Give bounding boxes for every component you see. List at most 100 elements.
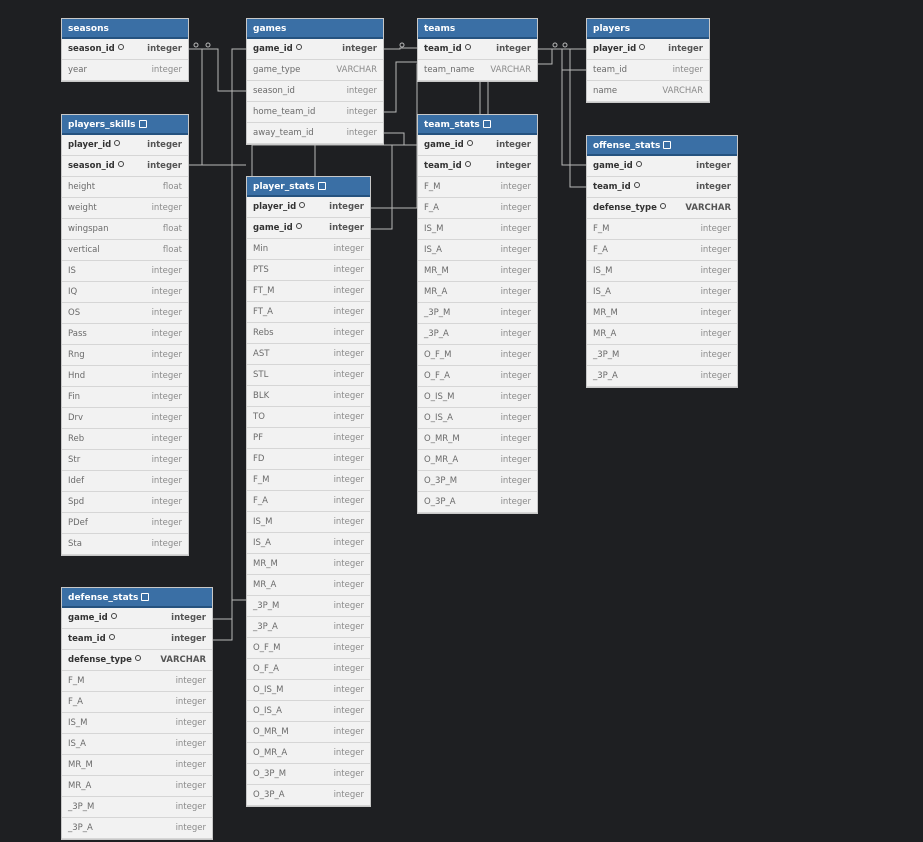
note-icon[interactable] [482,119,491,128]
table-row[interactable]: _3P_M integer [247,596,370,617]
table-row[interactable]: IS integer [62,261,188,282]
table-teams[interactable]: teams team_id integer team_name VARCHAR [417,18,538,82]
note-icon[interactable] [663,140,672,149]
table-row[interactable]: MR_A integer [418,282,537,303]
table-row[interactable]: wingspan float [62,219,188,240]
table-row[interactable]: home_team_id integer [247,102,383,123]
relationship-line[interactable] [538,48,586,166]
table-row[interactable]: game_id integer [62,608,212,629]
table-row[interactable]: TO integer [247,407,370,428]
table-header[interactable]: seasons [62,19,188,39]
table-row[interactable]: Str integer [62,450,188,471]
table-row[interactable]: Drv integer [62,408,188,429]
relationship-line[interactable] [213,48,246,620]
table-row[interactable]: team_id integer [587,177,737,198]
table-team-stats[interactable]: team_stats game_id integer team_id integer F_… [417,114,538,514]
table-row[interactable]: IS_M integer [587,261,737,282]
table-player-stats[interactable]: player_stats player_id integer game_id integ… [246,176,371,807]
table-row[interactable]: team_id integer [587,60,709,81]
table-row[interactable]: F_A integer [62,692,212,713]
table-row[interactable]: IQ integer [62,282,188,303]
table-row[interactable]: O_3P_M integer [247,764,370,785]
table-row[interactable]: FT_A integer [247,302,370,323]
table-header[interactable]: teams [418,19,537,39]
table-row[interactable]: MR_A integer [587,324,737,345]
table-row[interactable]: MR_M integer [62,755,212,776]
table-row[interactable]: Sta integer [62,534,188,555]
table-row[interactable]: O_MR_M integer [247,722,370,743]
table-row[interactable]: Reb integer [62,429,188,450]
table-row[interactable]: player_id integer [587,39,709,60]
table-row[interactable]: season_id integer [247,81,383,102]
table-row[interactable]: MR_A integer [62,776,212,797]
table-row[interactable]: PDef integer [62,513,188,534]
table-row[interactable]: MR_A integer [247,575,370,596]
table-row[interactable]: AST integer [247,344,370,365]
table-defense-stats[interactable]: defense_stats game_id integer team_id intege… [61,587,213,840]
table-row[interactable]: Pass integer [62,324,188,345]
table-row[interactable]: Hnd integer [62,366,188,387]
table-row[interactable]: OS integer [62,303,188,324]
table-header[interactable]: games [247,19,383,39]
table-row[interactable]: vertical float [62,240,188,261]
table-games[interactable]: games game_id integer game_type VARCHAR seaso… [246,18,384,145]
table-header[interactable]: players_skills [62,115,188,135]
table-row[interactable]: Rebs integer [247,323,370,344]
table-row[interactable]: BLK integer [247,386,370,407]
table-row[interactable]: O_F_A integer [247,659,370,680]
table-row[interactable]: _3P_M integer [418,303,537,324]
table-row[interactable]: player_id integer [247,197,370,218]
table-row[interactable]: Rng integer [62,345,188,366]
relationship-line[interactable] [384,132,417,146]
table-players-skills[interactable]: players_skills player_id integer season_id i… [61,114,189,556]
table-row[interactable]: team_id integer [418,156,537,177]
table-row[interactable]: IS_A integer [247,533,370,554]
relationship-line[interactable] [371,144,417,230]
table-row[interactable]: PTS integer [247,260,370,281]
table-row[interactable]: MR_M integer [247,554,370,575]
table-row[interactable]: team_id integer [418,39,537,60]
table-header[interactable]: team_stats [418,115,537,135]
relationship-line[interactable] [384,47,417,50]
table-header[interactable]: offense_stats [587,136,737,156]
table-row[interactable]: _3P_A integer [418,324,537,345]
relationship-line[interactable] [538,48,586,71]
table-row[interactable]: F_A integer [587,240,737,261]
table-players[interactable]: players player_id integer team_id integer nam… [586,18,710,103]
table-row[interactable]: team_id integer [62,629,212,650]
table-row[interactable]: defense_type VARCHAR [62,650,212,671]
table-row[interactable]: MR_M integer [587,303,737,324]
table-row[interactable]: Idef integer [62,471,188,492]
note-icon[interactable] [138,119,147,128]
note-icon[interactable] [141,592,150,601]
table-offense-stats[interactable]: offense_stats game_id integer team_id intege… [586,135,738,388]
table-row[interactable]: F_A integer [418,198,537,219]
table-row[interactable]: player_id integer [62,135,188,156]
table-row[interactable]: O_IS_A integer [418,408,537,429]
table-row[interactable]: IS_M integer [62,713,212,734]
table-row[interactable]: weight integer [62,198,188,219]
relationship-line[interactable] [384,61,417,113]
table-row[interactable]: _3P_A integer [587,366,737,387]
table-row[interactable]: F_M integer [62,671,212,692]
table-row[interactable]: MR_M integer [418,261,537,282]
table-row[interactable]: game_id integer [247,39,383,60]
table-row[interactable]: season_id integer [62,39,188,60]
table-row[interactable]: F_A integer [247,491,370,512]
table-row[interactable]: O_3P_M integer [418,471,537,492]
table-row[interactable]: PF integer [247,428,370,449]
table-row[interactable]: O_F_M integer [247,638,370,659]
table-row[interactable]: year integer [62,60,188,81]
relationship-line[interactable] [189,48,203,166]
table-row[interactable]: O_F_M integer [418,345,537,366]
table-row[interactable]: O_MR_M integer [418,429,537,450]
table-row[interactable]: game_type VARCHAR [247,60,383,81]
table-row[interactable]: O_MR_A integer [418,450,537,471]
table-row[interactable]: O_F_A integer [418,366,537,387]
table-row[interactable]: IS_A integer [587,282,737,303]
table-header[interactable]: players [587,19,709,39]
table-row[interactable]: O_IS_A integer [247,701,370,722]
table-row[interactable]: IS_M integer [247,512,370,533]
table-row[interactable]: _3P_A integer [247,617,370,638]
table-row[interactable]: game_id integer [418,135,537,156]
